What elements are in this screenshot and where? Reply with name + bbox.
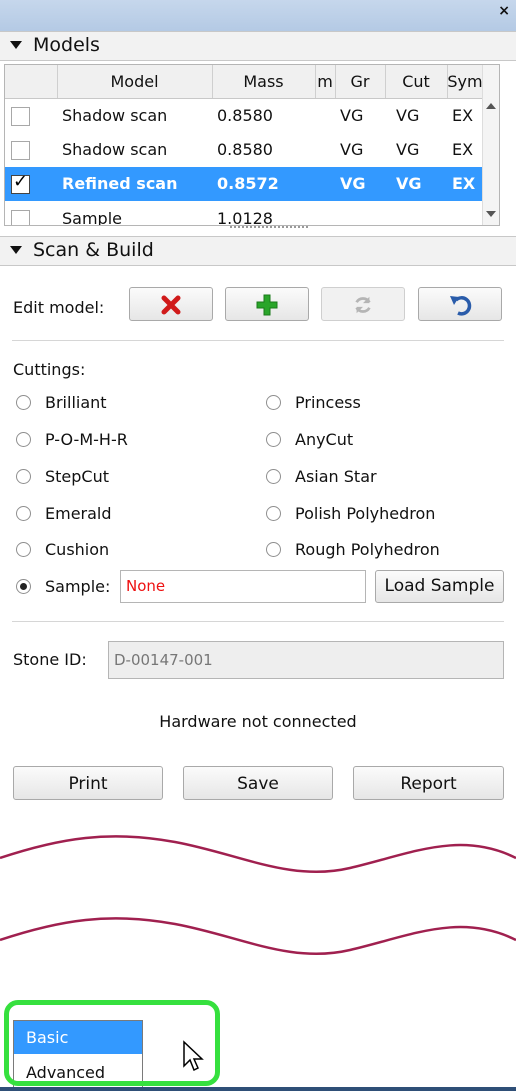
col-gr[interactable]: Gr [335,65,386,98]
title-bar: × [0,0,516,34]
cell-sym: EX [452,174,476,193]
load-sample-button[interactable]: Load Sample [375,570,504,603]
table-scrollbar[interactable] [482,65,499,225]
scan-build-header-label: Scan & Build [33,239,154,261]
delete-model-button[interactable] [129,287,213,321]
radio-polish-polyhedron[interactable] [266,506,281,521]
add-icon [256,294,278,316]
cell-gr: VG [340,140,364,159]
wave-line-top [0,835,516,874]
scan-build-section-header[interactable]: Scan & Build [0,236,516,266]
row-checkbox[interactable] [11,141,30,160]
cell-model: Shadow scan [62,140,168,159]
radio-label: Brilliant [45,393,107,412]
col-sym[interactable]: Sym [447,65,484,98]
delete-icon [161,295,181,315]
models-table: Model Mass m Gr Cut Sym Shadow scan 0.85… [4,64,500,226]
radio-asian-star[interactable] [266,469,281,484]
save-button[interactable]: Save [183,766,333,800]
radio-brilliant[interactable] [16,395,31,410]
sample-value: None [126,577,166,595]
undo-button[interactable] [418,287,502,321]
radio-label: Cushion [45,540,110,559]
radio-label: Asian Star [295,467,377,486]
wave-line-bottom [0,917,516,956]
refresh-model-button[interactable] [321,287,405,321]
row-checkbox[interactable] [11,107,30,126]
cell-mass: 0.8580 [217,140,273,159]
mouse-cursor-icon [183,1040,204,1072]
stone-id-placeholder: D-00147-001 [114,651,213,669]
cell-mass: 1.0128 [217,209,273,226]
collapse-triangle-icon [10,246,22,254]
table-row[interactable]: Shadow scan 0.8580 VG VG EX [5,133,499,167]
hardware-status: Hardware not connected [159,712,357,731]
undo-icon [450,296,472,316]
col-m[interactable]: m [315,65,336,98]
radio-label: Emerald [45,504,112,523]
col-cut[interactable]: Cut [385,65,448,98]
cell-model: Refined scan [62,174,178,193]
radio-label: Rough Polyhedron [295,540,440,559]
radio-cushion[interactable] [16,542,31,557]
print-button[interactable]: Print [13,766,163,800]
radio-rough-polyhedron[interactable] [266,542,281,557]
models-header-label: Models [33,34,100,56]
radio-label: Polish Polyhedron [295,504,436,523]
checkmark-icon: ✓ [13,171,29,192]
cell-gr: VG [340,174,366,193]
radio-pomhr[interactable] [16,432,31,447]
cell-sym: EX [452,106,474,125]
radio-anycut[interactable] [266,432,281,447]
wavy-break-lines [0,835,516,956]
cell-model: Sample [62,209,122,226]
scroll-down-icon[interactable] [486,211,496,217]
models-section-header[interactable]: Models [0,31,516,61]
edit-model-label: Edit model: [13,298,105,317]
cell-cut: VG [396,140,420,159]
radio-sample[interactable] [16,579,31,594]
stone-id-label: Stone ID: [13,650,87,669]
radio-stepcut[interactable] [16,469,31,484]
report-button[interactable]: Report [353,766,504,800]
cell-model: Shadow scan [62,106,168,125]
cell-gr: VG [340,106,364,125]
cell-cut: VG [396,106,420,125]
add-model-button[interactable] [225,287,309,321]
radio-label: Princess [295,393,361,412]
refresh-icon [355,296,371,314]
cell-sym: EX [452,140,474,159]
radio-emerald[interactable] [16,506,31,521]
cell-mass: 0.8580 [217,106,273,125]
divider [12,340,504,341]
radio-label: AnyCut [295,430,354,449]
radio-princess[interactable] [266,395,281,410]
cell-cut: VG [396,174,422,193]
cell-mass: 0.8572 [217,174,279,193]
radio-label: P-O-M-H-R [45,430,128,449]
scroll-up-icon[interactable] [486,103,496,109]
splitter-grip[interactable] [230,226,308,232]
stone-id-input[interactable]: D-00147-001 [108,641,504,679]
close-icon[interactable]: × [498,3,510,19]
col-model[interactable]: Model [57,65,213,98]
collapse-triangle-icon [10,41,22,49]
radio-label: StepCut [45,467,110,486]
col-check [5,65,58,98]
cuttings-label: Cuttings: [13,360,86,379]
sample-field[interactable]: None [120,570,366,603]
table-row-selected[interactable]: ✓ Refined scan 0.8572 VG VG EX [5,167,499,201]
row-checkbox[interactable]: ✓ [11,171,30,194]
table-row[interactable]: Shadow scan 0.8580 VG VG EX [5,99,499,133]
divider [12,621,504,622]
bottom-edge [0,1087,516,1091]
table-row[interactable]: Sample 1.0128 [5,202,499,226]
table-header: Model Mass m Gr Cut Sym [5,65,499,99]
sample-label: Sample: [45,577,111,596]
row-checkbox[interactable] [11,210,30,225]
col-mass[interactable]: Mass [212,65,316,98]
